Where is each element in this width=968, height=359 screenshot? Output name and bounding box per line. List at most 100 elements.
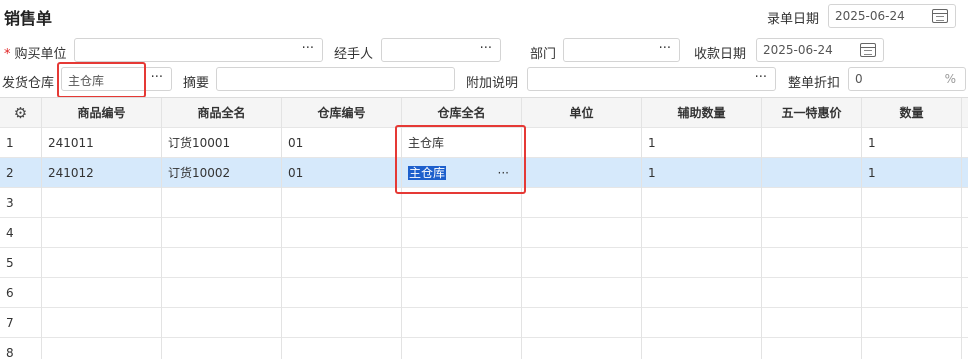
table-cell[interactable] — [162, 308, 282, 338]
buyer-more-icon[interactable]: ··· — [302, 41, 314, 56]
table-cell[interactable] — [642, 218, 762, 248]
table-cell[interactable] — [402, 248, 522, 278]
calendar-icon[interactable] — [932, 9, 948, 23]
dept-label: 部门 — [530, 47, 557, 62]
table-cell[interactable]: 241011 — [42, 128, 162, 158]
table-cell[interactable] — [522, 278, 642, 308]
column-header[interactable]: 商品全名 — [162, 98, 282, 128]
table-cell[interactable] — [282, 248, 402, 278]
pay-date-value: 2025-06-24 — [763, 43, 833, 57]
row-number: 3 — [0, 188, 42, 218]
table-cell[interactable] — [522, 188, 642, 218]
grid-settings-cell[interactable]: ⚙ — [0, 98, 42, 128]
gear-icon[interactable]: ⚙ — [14, 104, 27, 122]
discount-input[interactable]: 0 % — [848, 67, 966, 91]
table-cell[interactable] — [762, 128, 862, 158]
table-row[interactable]: 5 — [0, 248, 968, 278]
table-cell[interactable] — [522, 158, 642, 188]
table-cell[interactable]: 订货10001 — [162, 128, 282, 158]
summary-label: 摘要 — [183, 76, 210, 91]
table-row[interactable]: 8 — [0, 338, 968, 359]
column-header[interactable]: 数量 — [862, 98, 962, 128]
table-cell-overflow — [962, 248, 968, 278]
table-cell[interactable] — [762, 248, 862, 278]
table-cell[interactable] — [642, 278, 762, 308]
entry-date-field[interactable]: 2025-06-24 — [828, 4, 956, 28]
table-cell[interactable] — [862, 188, 962, 218]
table-cell[interactable] — [402, 308, 522, 338]
table-cell[interactable] — [862, 308, 962, 338]
table-cell[interactable] — [162, 338, 282, 359]
table-cell[interactable] — [642, 188, 762, 218]
table-cell[interactable] — [402, 278, 522, 308]
buyer-field[interactable]: ··· — [74, 38, 323, 62]
handler-more-icon[interactable]: ··· — [480, 41, 492, 56]
table-cell[interactable] — [762, 308, 862, 338]
column-header[interactable]: 五一特惠价 — [762, 98, 862, 128]
column-header[interactable]: 辅助数量 — [642, 98, 762, 128]
dept-field[interactable]: ··· — [563, 38, 680, 62]
table-cell[interactable] — [42, 218, 162, 248]
table-cell[interactable]: 订货10002 — [162, 158, 282, 188]
table-cell[interactable] — [862, 278, 962, 308]
column-header[interactable]: 单位 — [522, 98, 642, 128]
table-cell[interactable] — [862, 338, 962, 359]
table-cell[interactable] — [862, 218, 962, 248]
table-cell[interactable] — [762, 158, 862, 188]
table-cell[interactable] — [282, 188, 402, 218]
table-cell[interactable] — [762, 188, 862, 218]
discount-value: 0 — [855, 72, 863, 86]
table-cell[interactable] — [862, 248, 962, 278]
warehouse-more-icon[interactable]: ··· — [151, 70, 163, 85]
table-cell[interactable]: 1 — [862, 158, 962, 188]
table-cell[interactable] — [402, 338, 522, 359]
table-cell-overflow — [962, 188, 968, 218]
column-header[interactable]: 仓库编号 — [282, 98, 402, 128]
table-row[interactable]: 4 — [0, 218, 968, 248]
table-cell[interactable] — [162, 278, 282, 308]
extra-more-icon[interactable]: ··· — [755, 70, 767, 85]
table-cell[interactable] — [762, 338, 862, 359]
table-cell[interactable] — [162, 188, 282, 218]
summary-input[interactable] — [216, 67, 455, 91]
table-cell[interactable] — [642, 338, 762, 359]
table-cell[interactable]: 1 — [642, 158, 762, 188]
table-cell[interactable] — [42, 338, 162, 359]
table-cell[interactable]: 01 — [282, 158, 402, 188]
table-cell[interactable] — [642, 248, 762, 278]
table-cell[interactable] — [762, 278, 862, 308]
table-cell[interactable] — [762, 218, 862, 248]
calendar-icon[interactable] — [860, 43, 876, 57]
column-header[interactable]: 仓库全名 — [402, 98, 522, 128]
table-cell[interactable] — [42, 188, 162, 218]
table-cell[interactable]: 241012 — [42, 158, 162, 188]
table-cell[interactable] — [402, 218, 522, 248]
table-cell[interactable] — [522, 218, 642, 248]
table-cell[interactable] — [162, 248, 282, 278]
column-header[interactable]: 商品编号 — [42, 98, 162, 128]
dept-more-icon[interactable]: ··· — [659, 41, 671, 56]
table-cell[interactable] — [522, 338, 642, 359]
table-row[interactable]: 6 — [0, 278, 968, 308]
table-row[interactable]: 7 — [0, 308, 968, 338]
pay-date-field[interactable]: 2025-06-24 — [756, 38, 884, 62]
table-cell[interactable] — [282, 338, 402, 359]
table-cell[interactable] — [642, 308, 762, 338]
table-cell[interactable] — [522, 248, 642, 278]
row-number: 2 — [0, 158, 42, 188]
table-cell[interactable] — [522, 128, 642, 158]
table-cell[interactable] — [162, 218, 282, 248]
table-cell-overflow — [962, 218, 968, 248]
table-cell[interactable] — [282, 308, 402, 338]
table-cell[interactable] — [42, 308, 162, 338]
handler-field[interactable]: ··· — [381, 38, 501, 62]
table-cell[interactable]: 1 — [862, 128, 962, 158]
table-cell[interactable] — [282, 218, 402, 248]
table-cell[interactable]: 1 — [642, 128, 762, 158]
table-cell[interactable] — [42, 248, 162, 278]
table-cell[interactable] — [522, 308, 642, 338]
extra-field[interactable]: ··· — [527, 67, 776, 91]
table-cell[interactable] — [282, 278, 402, 308]
table-cell[interactable]: 01 — [282, 128, 402, 158]
table-cell[interactable] — [42, 278, 162, 308]
